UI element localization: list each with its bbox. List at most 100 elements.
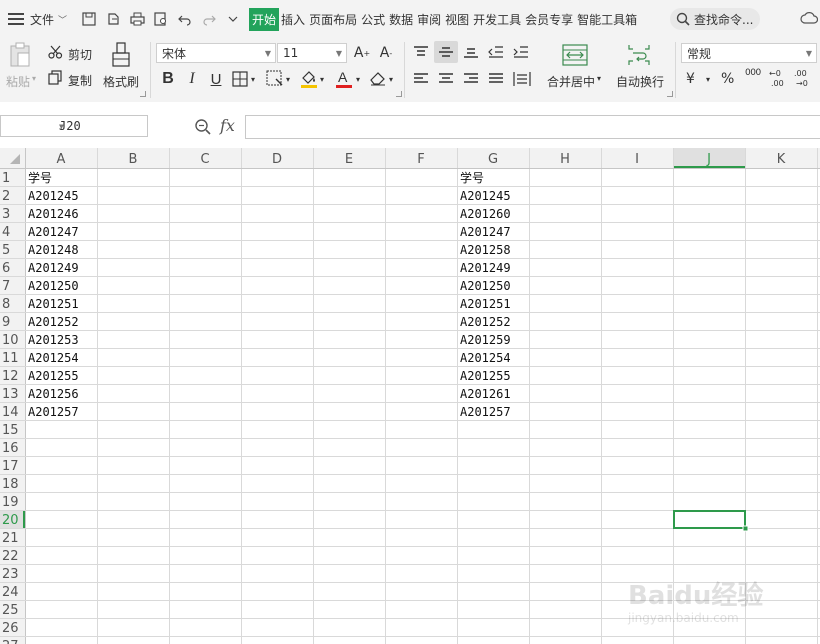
cell-a[interactable]: A201248 [28,243,79,257]
cell-a[interactable]: A201256 [28,387,79,401]
decrease-font-icon[interactable]: A- [376,43,396,63]
row-header[interactable]: 16 [2,441,19,456]
row-header[interactable]: 25 [2,603,19,618]
italic-icon[interactable]: I [182,69,202,89]
chevron-down-icon[interactable]: ▾ [597,74,601,83]
cell-a[interactable]: A201246 [28,207,79,221]
distributed-icon[interactable] [513,71,531,87]
cell-a[interactable]: A201249 [28,261,79,275]
decrease-indent-icon[interactable] [488,46,504,58]
name-box[interactable]: J20 ▼ [0,115,148,137]
spreadsheet-grid[interactable]: A B C D E F G H I J K12345678910111213141516171819… [0,148,820,644]
font-size-select[interactable]: 11 ▼ [277,43,347,63]
cell-g[interactable]: 学号 [460,170,484,185]
row-header[interactable]: 20 [2,513,19,528]
print-preview-icon[interactable] [149,7,173,31]
align-middle-button[interactable] [434,41,458,63]
row-header[interactable]: 21 [2,531,19,546]
wrap-text-icon[interactable] [627,44,651,66]
eraser-icon[interactable] [369,70,387,86]
cell-a[interactable]: A201251 [28,297,79,311]
chevron-down-icon[interactable]: ▾ [356,75,360,84]
row-header[interactable]: 4 [2,225,10,240]
row-header[interactable]: 1 [2,171,10,186]
cell-g[interactable]: A201257 [460,405,511,419]
tab-developer[interactable]: 开发工具 [471,9,523,30]
cell-a[interactable]: 学号 [28,170,52,185]
row-header[interactable]: 12 [2,369,19,384]
cell-a[interactable]: A201257 [28,405,79,419]
chevron-down-icon[interactable]: ▾ [706,75,710,84]
format-painter-icon[interactable] [111,42,131,68]
row-header[interactable]: 7 [2,279,10,294]
row-header[interactable]: 6 [2,261,10,276]
cell-g[interactable]: A201259 [460,333,511,347]
align-left-icon[interactable] [413,73,429,85]
cell-a[interactable]: A201253 [28,333,79,347]
column-header-a[interactable]: A [57,152,66,167]
column-header-c[interactable]: C [200,152,209,167]
row-header[interactable]: 8 [2,297,10,312]
column-header-b[interactable]: B [129,152,138,167]
paste-label[interactable]: 粘贴 [6,73,30,90]
paste-icon[interactable] [9,42,31,68]
font-color-icon[interactable]: A [334,69,354,89]
column-header-k[interactable]: K [777,152,786,167]
command-search[interactable]: 查找命令... [670,8,760,30]
tab-insert[interactable]: 插入 [279,9,307,30]
tab-formulas[interactable]: 公式 [359,9,387,30]
bold-icon[interactable]: B [158,69,178,89]
tab-member[interactable]: 会员专享 [523,9,575,30]
file-menu[interactable]: 文件 [30,11,54,28]
tab-page-layout[interactable]: 页面布局 [307,9,359,30]
formula-input[interactable] [245,115,820,139]
cell-g[interactable]: A201249 [460,261,511,275]
row-header[interactable]: 24 [2,585,19,600]
export-icon[interactable] [101,7,125,31]
number-format-select[interactable]: 常规 ▼ [681,43,817,63]
cell-a[interactable]: A201250 [28,279,79,293]
tab-review[interactable]: 审阅 [415,9,443,30]
cell-g[interactable]: A201254 [460,351,511,365]
row-header[interactable]: 26 [2,621,19,636]
undo-icon[interactable] [173,7,197,31]
zoom-icon[interactable] [194,118,212,136]
cell-g[interactable]: A201245 [460,189,511,203]
align-center-icon[interactable] [438,73,454,85]
cell-style-icon[interactable] [266,70,284,88]
thousands-button[interactable]: 000 [745,68,761,78]
fill-color-icon[interactable] [299,69,319,89]
wrap-text-button[interactable]: 自动换行 [616,73,664,90]
cell-a[interactable]: A201255 [28,369,79,383]
cell-a[interactable]: A201254 [28,351,79,365]
tab-home[interactable]: 开始 [249,7,280,31]
chevron-down-icon[interactable]: ▾ [251,75,255,84]
increase-font-icon[interactable]: A + [352,43,372,63]
row-header[interactable]: 11 [2,351,19,366]
merge-center-icon[interactable] [562,44,588,66]
cloud-icon[interactable] [800,11,818,25]
tab-view[interactable]: 视图 [443,9,471,30]
increase-decimal-icon[interactable]: ←0.00 [768,68,788,88]
paste-dropdown-icon[interactable]: ▾ [32,74,36,83]
row-header[interactable]: 18 [2,477,19,492]
copy-button[interactable]: 复制 [68,72,92,89]
align-bottom-icon[interactable] [463,46,479,58]
row-header[interactable]: 3 [2,207,10,222]
font-group-expander[interactable] [396,91,402,97]
save-icon[interactable] [77,7,101,31]
cell-a[interactable]: A201252 [28,315,79,329]
chevron-down-icon[interactable]: ﹀ [58,13,67,26]
cell-a[interactable]: A201247 [28,225,79,239]
alignment-group-expander[interactable] [667,91,673,97]
copy-icon[interactable] [48,70,63,85]
cell-g[interactable]: A201255 [460,369,511,383]
row-header[interactable]: 2 [2,189,10,204]
row-header[interactable]: 15 [2,423,19,438]
row-header[interactable]: 10 [2,333,19,348]
column-header-i[interactable]: I [635,152,639,167]
fill-handle[interactable] [742,525,749,532]
cell-g[interactable]: A201258 [460,243,511,257]
menu-hamburger-icon[interactable] [8,13,24,25]
currency-button[interactable]: ¥ [686,71,695,87]
